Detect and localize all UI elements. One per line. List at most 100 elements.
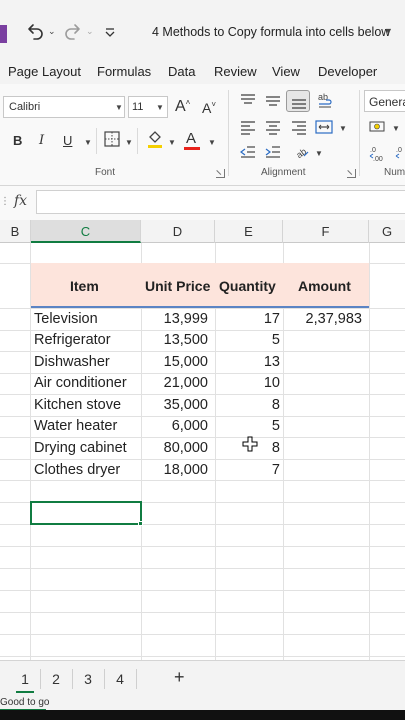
document-title[interactable]: 4 Methods to Copy formula into cells bel…	[152, 25, 390, 39]
header-item[interactable]: Item	[70, 278, 99, 294]
cell-quantity[interactable]: 5	[218, 332, 280, 348]
cell-quantity[interactable]: 10	[218, 375, 280, 391]
column-header-g[interactable]: G	[369, 220, 405, 243]
accounting-format-icon[interactable]	[369, 120, 389, 134]
shrink-font-letter: A	[202, 100, 212, 116]
sheet-tab-2[interactable]: 2	[45, 671, 67, 687]
underline-button[interactable]: U	[63, 133, 72, 148]
column-header-e[interactable]: E	[215, 220, 283, 243]
alignment-group-label: Alignment	[261, 167, 306, 178]
cell-item[interactable]: Kitchen stove	[34, 397, 121, 413]
chevron-down-icon[interactable]: ▼	[125, 138, 133, 147]
tab-data[interactable]: Data	[168, 64, 195, 79]
chevron-down-icon[interactable]: ▼	[208, 138, 216, 147]
fill-handle-cursor-icon	[242, 436, 258, 452]
tab-view[interactable]: View	[272, 64, 300, 79]
cell-item[interactable]: Television	[34, 311, 98, 327]
chevron-down-icon[interactable]: ▼	[384, 26, 393, 36]
chevron-down-icon[interactable]: ▼	[392, 124, 400, 133]
sheet-tab-3[interactable]: 3	[77, 671, 99, 687]
borders-icon[interactable]	[104, 131, 120, 147]
more-vertical-icon[interactable]: ⋮	[0, 196, 10, 210]
tab-review[interactable]: Review	[214, 64, 257, 79]
header-quantity[interactable]: Quantity	[219, 278, 276, 294]
align-center-icon[interactable]	[264, 119, 282, 135]
formula-input[interactable]	[36, 190, 405, 214]
cell-unit-price[interactable]: 21,000	[144, 375, 208, 391]
align-right-icon[interactable]	[290, 119, 308, 135]
active-cell-selection[interactable]	[30, 501, 142, 525]
cell-quantity[interactable]: 8	[218, 397, 280, 413]
number-format-select[interactable]: General	[364, 90, 405, 112]
cell-quantity[interactable]: 5	[218, 418, 280, 434]
header-amount[interactable]: Amount	[298, 278, 351, 294]
italic-button[interactable]: I	[39, 133, 44, 148]
cell-unit-price[interactable]: 80,000	[144, 440, 208, 456]
sheet-tab-4[interactable]: 4	[109, 671, 131, 687]
gridline	[0, 416, 405, 417]
font-size-select[interactable]: 11 ▼	[128, 96, 168, 118]
increase-indent-icon[interactable]	[264, 144, 282, 160]
chevron-down-icon[interactable]: ▼	[339, 124, 347, 133]
align-top-icon[interactable]	[239, 92, 257, 108]
column-header-b[interactable]: B	[0, 220, 31, 243]
cell-item[interactable]: Drying cabinet	[34, 440, 127, 456]
alignment-dialog-launcher-icon[interactable]	[347, 169, 356, 178]
cell-quantity[interactable]: 7	[218, 462, 280, 478]
worksheet-grid[interactable]: Item Unit Price Quantity Amount Televisi…	[0, 243, 405, 660]
cell-unit-price[interactable]: 13,999	[144, 311, 208, 327]
cell-item[interactable]: Water heater	[34, 418, 117, 434]
decrease-decimal-icon[interactable]: .0	[395, 144, 405, 162]
chevron-down-icon[interactable]: ▼	[315, 149, 323, 158]
insert-function-button[interactable]: fx	[14, 193, 27, 209]
chevron-down-icon[interactable]: ▼	[84, 138, 92, 147]
grow-font-letter: A	[175, 98, 186, 115]
decrease-indent-icon[interactable]	[239, 144, 257, 160]
cell-quantity[interactable]: 13	[218, 354, 280, 370]
redo-dropdown-icon[interactable]: ⌄	[86, 26, 94, 37]
orientation-icon[interactable]: ab	[292, 142, 310, 160]
grow-font-button[interactable]: A˄	[175, 98, 190, 116]
status-bar: Good to go	[0, 696, 405, 710]
cell-unit-price[interactable]: 35,000	[144, 397, 208, 413]
cell-item[interactable]: Air conditioner	[34, 375, 127, 391]
column-header-f[interactable]: F	[283, 220, 369, 243]
align-bottom-button[interactable]	[286, 90, 310, 112]
increase-decimal-icon[interactable]: .0 .00	[369, 144, 389, 162]
cell-item[interactable]: Refrigerator	[34, 332, 111, 348]
bold-button[interactable]: B	[13, 133, 22, 148]
cell-quantity[interactable]: 17	[218, 311, 280, 327]
align-left-icon[interactable]	[239, 119, 257, 135]
column-header-c[interactable]: C	[31, 220, 141, 243]
merge-center-icon[interactable]	[315, 119, 333, 135]
cell-unit-price[interactable]: 18,000	[144, 462, 208, 478]
cell-unit-price[interactable]: 6,000	[144, 418, 208, 434]
cell-item[interactable]: Clothes dryer	[34, 462, 120, 478]
column-headers: B C D E F G	[0, 220, 405, 243]
align-middle-icon[interactable]	[264, 92, 282, 108]
align-bottom-icon	[292, 99, 306, 109]
add-sheet-button[interactable]: +	[174, 667, 185, 688]
chevron-down-icon[interactable]: ▼	[168, 138, 176, 147]
wrap-text-icon[interactable]: ab	[316, 91, 334, 109]
font-dialog-launcher-icon[interactable]	[216, 169, 225, 178]
redo-icon[interactable]	[62, 20, 84, 44]
tab-formulas[interactable]: Formulas	[97, 64, 151, 79]
cell-unit-price[interactable]: 13,500	[144, 332, 208, 348]
column-header-d[interactable]: D	[141, 220, 215, 243]
fill-handle[interactable]	[138, 521, 143, 526]
fill-color-icon[interactable]	[146, 129, 164, 149]
undo-icon[interactable]	[24, 20, 46, 44]
sheet-tab-1[interactable]: 1	[14, 671, 36, 687]
cell-unit-price[interactable]: 15,000	[144, 354, 208, 370]
cell-amount[interactable]: 2,37,983	[286, 311, 362, 327]
font-color-button[interactable]: A	[186, 130, 196, 147]
shrink-font-button[interactable]: A˅	[202, 100, 216, 116]
header-unit-price[interactable]: Unit Price	[145, 278, 210, 294]
tab-page-layout[interactable]: Page Layout	[8, 64, 81, 79]
undo-dropdown-icon[interactable]: ⌄	[48, 26, 56, 37]
tab-developer[interactable]: Developer	[318, 64, 377, 79]
customize-toolbar-icon[interactable]	[104, 24, 116, 40]
cell-item[interactable]: Dishwasher	[34, 354, 110, 370]
font-name-select[interactable]: Calibri ▼	[3, 96, 125, 118]
